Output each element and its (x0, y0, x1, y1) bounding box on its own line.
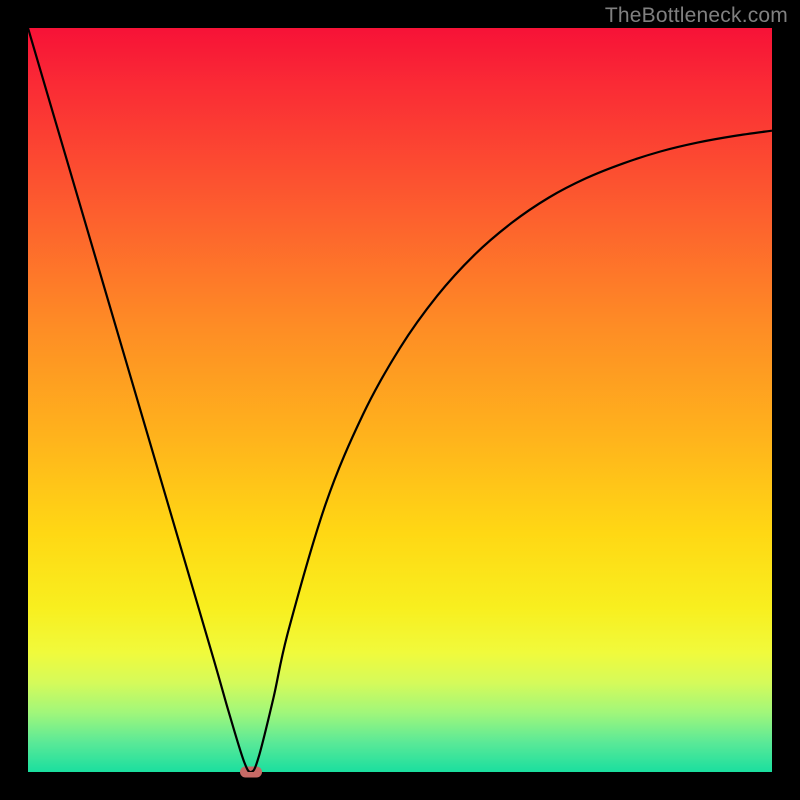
plot-area (28, 28, 772, 772)
bottleneck-curve (28, 28, 772, 772)
chart-frame: TheBottleneck.com (0, 0, 800, 800)
watermark-text: TheBottleneck.com (605, 4, 788, 28)
